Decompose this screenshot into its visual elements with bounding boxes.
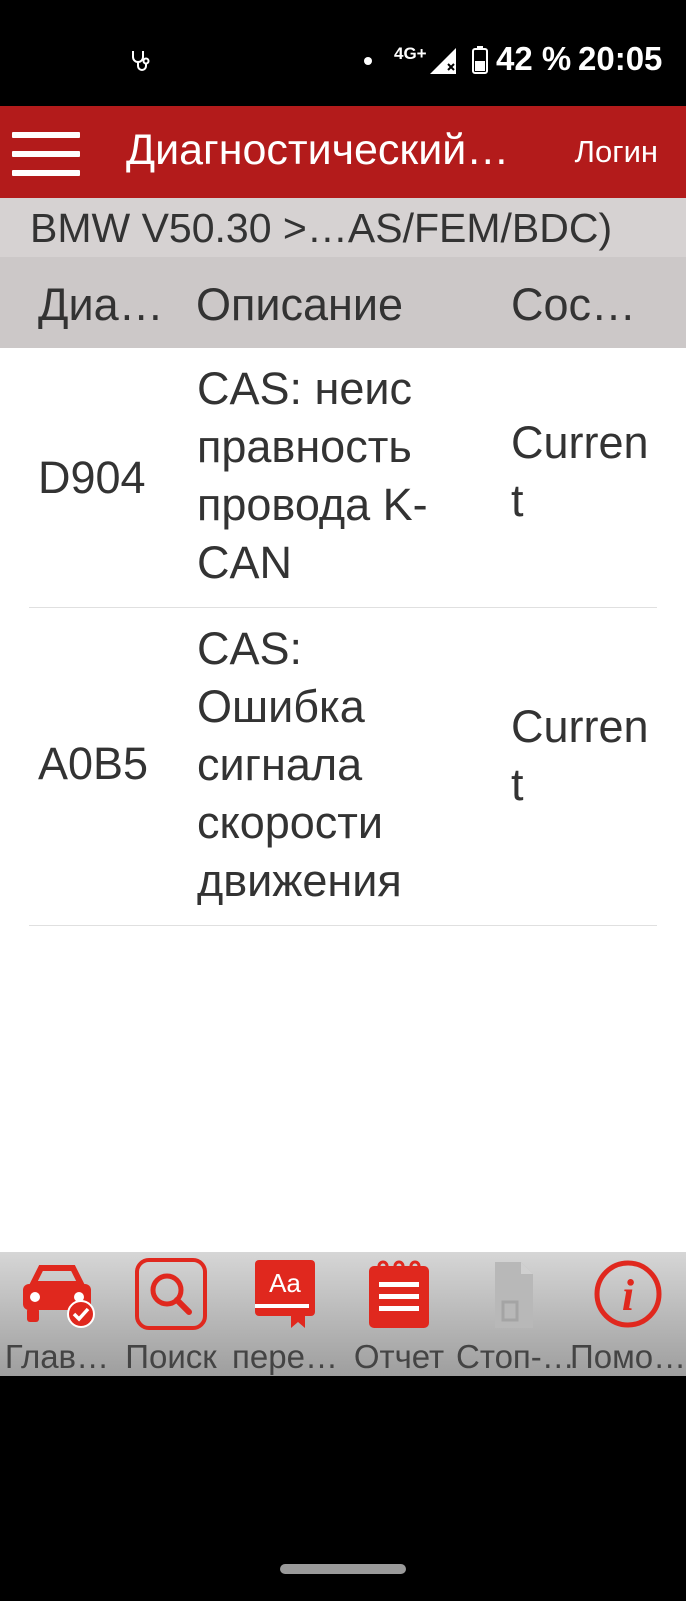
translate-label: пере…: [232, 1338, 338, 1375]
login-button[interactable]: Логин: [575, 134, 658, 170]
home-button[interactable]: Глав…: [0, 1252, 114, 1376]
hamburger-menu-icon[interactable]: [12, 132, 82, 176]
home-label: Глав…: [4, 1338, 110, 1375]
help-button[interactable]: i Помо…: [570, 1252, 686, 1376]
fault-code-list: D904 CAS: неис правность провода K-CAN C…: [0, 348, 686, 1252]
bottom-toolbar: Глав… Поиск Aa пере… Отчет Стоп-… i Помо…: [0, 1252, 686, 1376]
home-gesture-pill[interactable]: [280, 1564, 406, 1574]
column-header-description[interactable]: Описание: [196, 279, 403, 331]
translate-button[interactable]: Aa пере…: [228, 1252, 342, 1376]
page-title: Диагностический…: [126, 126, 510, 174]
stethoscope-icon: [132, 51, 150, 71]
dictionary-icon: Aa: [255, 1260, 315, 1328]
network-type: 4G+: [394, 44, 427, 63]
table-header: Диа… Описание Сос…: [0, 257, 686, 348]
navigation-bar: [0, 1376, 686, 1601]
search-button[interactable]: Поиск: [114, 1252, 228, 1376]
clock: 20:05: [578, 40, 663, 77]
help-label: Помо…: [570, 1338, 686, 1375]
column-header-state[interactable]: Сос…: [511, 279, 636, 331]
battery-level: 42 %: [496, 40, 572, 77]
signal-icon: [430, 48, 456, 74]
fault-code: D904: [38, 452, 146, 503]
report-label: Отчет: [353, 1338, 445, 1375]
table-row[interactable]: A0B5 CAS: Ошибка сигнала скорости движен…: [29, 608, 657, 926]
search-label: Поиск: [125, 1338, 217, 1375]
fault-state: Current: [511, 417, 649, 526]
battery-icon: [472, 46, 488, 74]
document-icon: [495, 1262, 533, 1328]
report-icon: [369, 1260, 429, 1328]
car-icon: [23, 1265, 95, 1328]
fault-code: A0B5: [38, 738, 149, 789]
info-icon: i: [594, 1260, 662, 1328]
app-bar: Диагностический… Логин: [0, 106, 686, 198]
fault-description: CAS: неис правность провода K-CAN: [197, 363, 428, 588]
fault-state: Current: [511, 701, 649, 810]
stop-label: Стоп-…: [456, 1338, 575, 1375]
notification-dot: [364, 57, 372, 65]
column-header-code[interactable]: Диа…: [38, 279, 164, 331]
fault-description: CAS: Ошибка сигнала скорости движения: [197, 623, 402, 906]
stop-button[interactable]: Стоп-…: [456, 1252, 575, 1376]
breadcrumb: BMW V50.30 >…AS/FEM/BDC): [0, 198, 686, 257]
svg-text:i: i: [622, 1271, 635, 1320]
table-row[interactable]: D904 CAS: неис правность провода K-CAN C…: [29, 348, 657, 608]
status-bar: 4G+ 42 % 20:05: [0, 0, 686, 106]
svg-text:Aa: Aa: [269, 1268, 301, 1298]
search-icon: [135, 1258, 207, 1330]
report-button[interactable]: Отчет: [342, 1252, 456, 1376]
